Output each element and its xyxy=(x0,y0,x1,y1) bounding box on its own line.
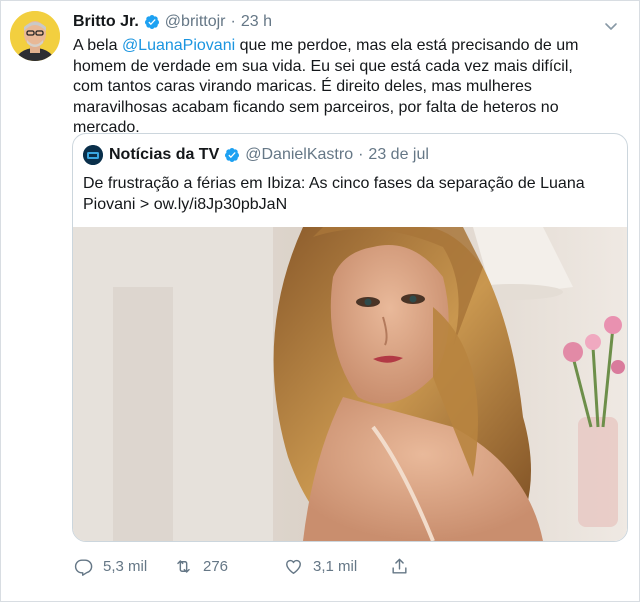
tweet-header: Britto Jr. @brittojr · 23 h xyxy=(73,12,272,32)
reply-count: 5,3 mil xyxy=(103,558,148,575)
verified-badge-icon xyxy=(225,148,240,162)
share-icon xyxy=(392,558,407,574)
share-action[interactable] xyxy=(390,557,419,576)
mention-link[interactable]: @LuanaPiovani xyxy=(122,37,235,54)
retweet-action[interactable]: 276 xyxy=(174,557,228,576)
author-handle[interactable]: @brittojr xyxy=(165,13,226,31)
like-action[interactable]: 3,1 mil xyxy=(284,557,357,576)
reply-action[interactable]: 5,3 mil xyxy=(74,557,147,576)
like-count: 3,1 mil xyxy=(313,558,358,575)
author-name[interactable]: Britto Jr. xyxy=(73,13,139,31)
quoted-header: Notícias da TV @DanielKastro · 23 de jul xyxy=(83,144,429,166)
tweet-time[interactable]: 23 h xyxy=(241,13,272,31)
retweet-icon xyxy=(177,560,190,573)
verified-badge-icon xyxy=(144,15,159,29)
quoted-author-name[interactable]: Notícias da TV xyxy=(109,146,219,164)
like-icon xyxy=(286,559,301,574)
quoted-photo[interactable] xyxy=(73,227,627,541)
quoted-text: De frustração a férias em Ibiza: As cinc… xyxy=(83,175,585,213)
quoted-date[interactable]: 23 de jul xyxy=(368,146,429,164)
chevron-down-icon[interactable] xyxy=(603,18,619,34)
action-bar: 5,3 mil 276 3,1 mil xyxy=(74,557,614,579)
quoted-avatar xyxy=(83,145,103,165)
tweet-text-part1: A bela xyxy=(73,37,122,54)
quoted-separator: · xyxy=(358,146,364,163)
tweet-text: A bela @LuanaPiovani que me perdoe, mas … xyxy=(73,36,593,139)
quoted-tweet[interactable]: Notícias da TV @DanielKastro · 23 de jul… xyxy=(72,133,628,542)
author-avatar[interactable] xyxy=(10,11,60,61)
reply-icon xyxy=(74,559,93,576)
header-separator: · xyxy=(230,13,236,30)
quoted-handle[interactable]: @DanielKastro xyxy=(245,146,353,164)
retweet-count: 276 xyxy=(203,558,229,575)
